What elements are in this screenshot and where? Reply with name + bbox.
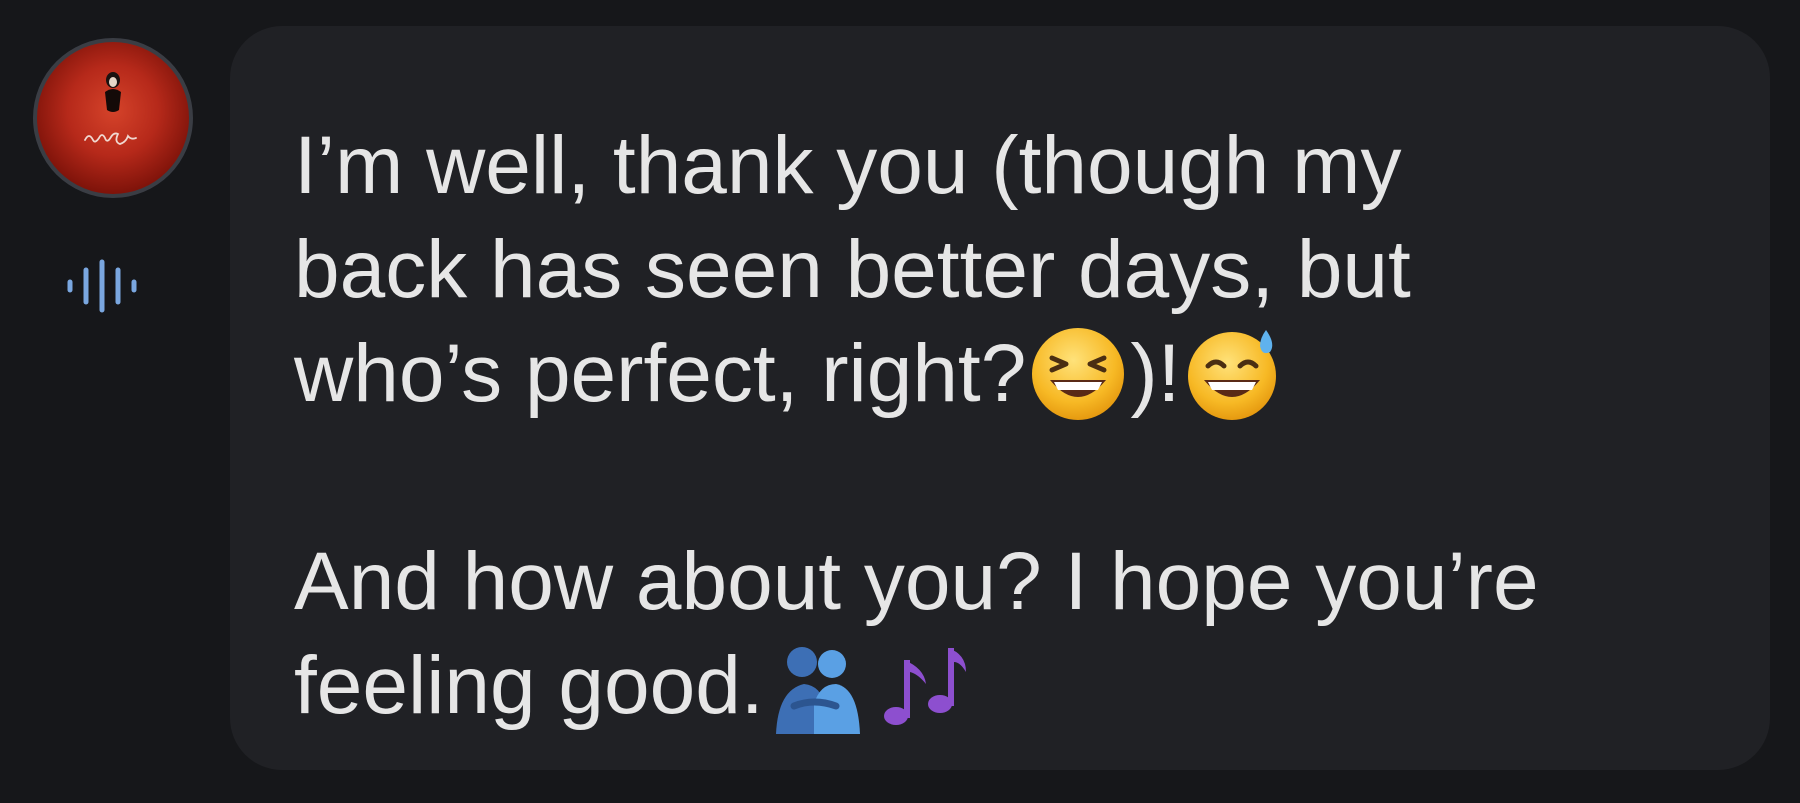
message-line: And how about you? I hope you’re (294, 530, 1710, 634)
musical-notes-icon (868, 634, 972, 738)
avatar-image (37, 42, 189, 194)
message-text: feeling good. (294, 640, 764, 731)
people-hugging-icon (764, 634, 868, 738)
message-bubble[interactable]: I’m well, thank you (though my back has … (230, 26, 1770, 770)
message-line: back has seen better days, but (294, 218, 1710, 322)
grinning-squinting-face-icon (1026, 322, 1130, 426)
avatar[interactable] (33, 38, 193, 198)
message-text: I’m well, thank you (though my (294, 120, 1402, 211)
grinning-face-with-sweat-icon (1180, 322, 1284, 426)
message-text: back has seen better days, but (294, 224, 1411, 315)
message-line: feeling good. (294, 634, 1710, 738)
avatar-signature (84, 132, 137, 145)
voice-message-icon[interactable] (64, 256, 148, 316)
sender-rail (0, 0, 230, 803)
message-text: )! (1130, 328, 1181, 419)
message-line: I’m well, thank you (though my (294, 114, 1710, 218)
message-text: And how about you? I hope you’re (294, 536, 1539, 627)
message-text: who’s perfect, right? (294, 328, 1027, 419)
message-line: who’s perfect, right? )! (294, 322, 1710, 426)
avatar-figure (105, 72, 121, 112)
